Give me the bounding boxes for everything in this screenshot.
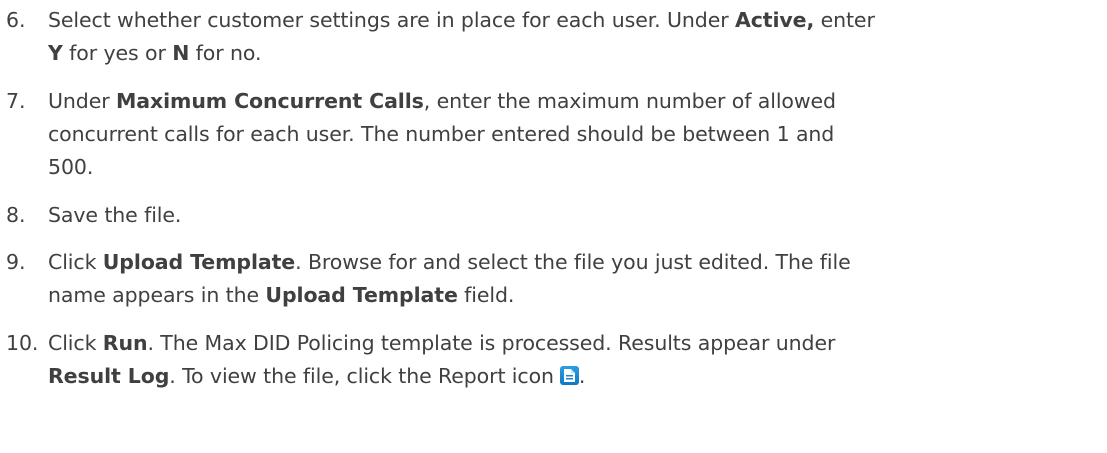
text-run-bold: N xyxy=(172,41,190,65)
text-run-bold: Upload Template xyxy=(265,283,458,307)
step-line: Under Maximum Concurrent Calls, enter th… xyxy=(48,85,836,118)
step-number: 9. xyxy=(6,250,26,274)
text-run: . The Max DID Policing template is proce… xyxy=(147,331,836,355)
text-run: Save the file. xyxy=(48,203,182,227)
text-run: enter xyxy=(814,8,875,32)
instruction-list: 6. Select whether customer settings are … xyxy=(0,0,1107,453)
report-icon xyxy=(559,366,579,385)
text-run: . Browse for and select the file you jus… xyxy=(295,250,851,274)
step-line: Save the file. xyxy=(48,199,181,232)
text-run-bold: Upload Template xyxy=(102,250,296,274)
text-run: Click xyxy=(48,331,103,355)
text-run: . xyxy=(578,364,586,388)
text-run: Under xyxy=(48,89,116,113)
step-line: Result Log. To view the file, click the … xyxy=(48,360,585,393)
text-run: for yes or xyxy=(62,41,173,65)
text-run-bold: Run xyxy=(102,331,148,355)
text-run: for no. xyxy=(189,41,262,65)
step-number: 10. xyxy=(6,331,39,355)
text-run: 500. xyxy=(48,155,94,179)
text-run-bold: Maximum Concurrent Calls xyxy=(115,89,424,113)
step-line: Click Upload Template. Browse for and se… xyxy=(48,246,851,279)
text-run: Select whether customer settings are in … xyxy=(48,8,735,32)
text-run: , enter the maximum number of allowed xyxy=(423,89,836,113)
step-line: name appears in the Upload Template fiel… xyxy=(48,279,514,312)
text-run: name appears in the xyxy=(48,283,266,307)
step-line: Select whether customer settings are in … xyxy=(48,4,875,37)
step-line: concurrent calls for each user. The numb… xyxy=(48,118,834,151)
step-line: 500. xyxy=(48,151,93,184)
step-number: 8. xyxy=(6,203,26,227)
text-run-bold: Result Log xyxy=(48,364,170,388)
step-line: Y for yes or N for no. xyxy=(48,37,261,70)
text-run: . To view the file, click the Report ico… xyxy=(169,364,554,388)
step-line: Click Run. The Max DID Policing template… xyxy=(48,327,835,360)
text-run-bold: Active, xyxy=(734,8,815,32)
text-run: concurrent calls for each user. The numb… xyxy=(48,122,835,146)
text-run-bold: Y xyxy=(48,41,63,65)
step-number: 7. xyxy=(6,89,26,113)
step-number: 6. xyxy=(6,8,26,32)
text-run: Click xyxy=(48,250,103,274)
text-run: field. xyxy=(457,283,515,307)
